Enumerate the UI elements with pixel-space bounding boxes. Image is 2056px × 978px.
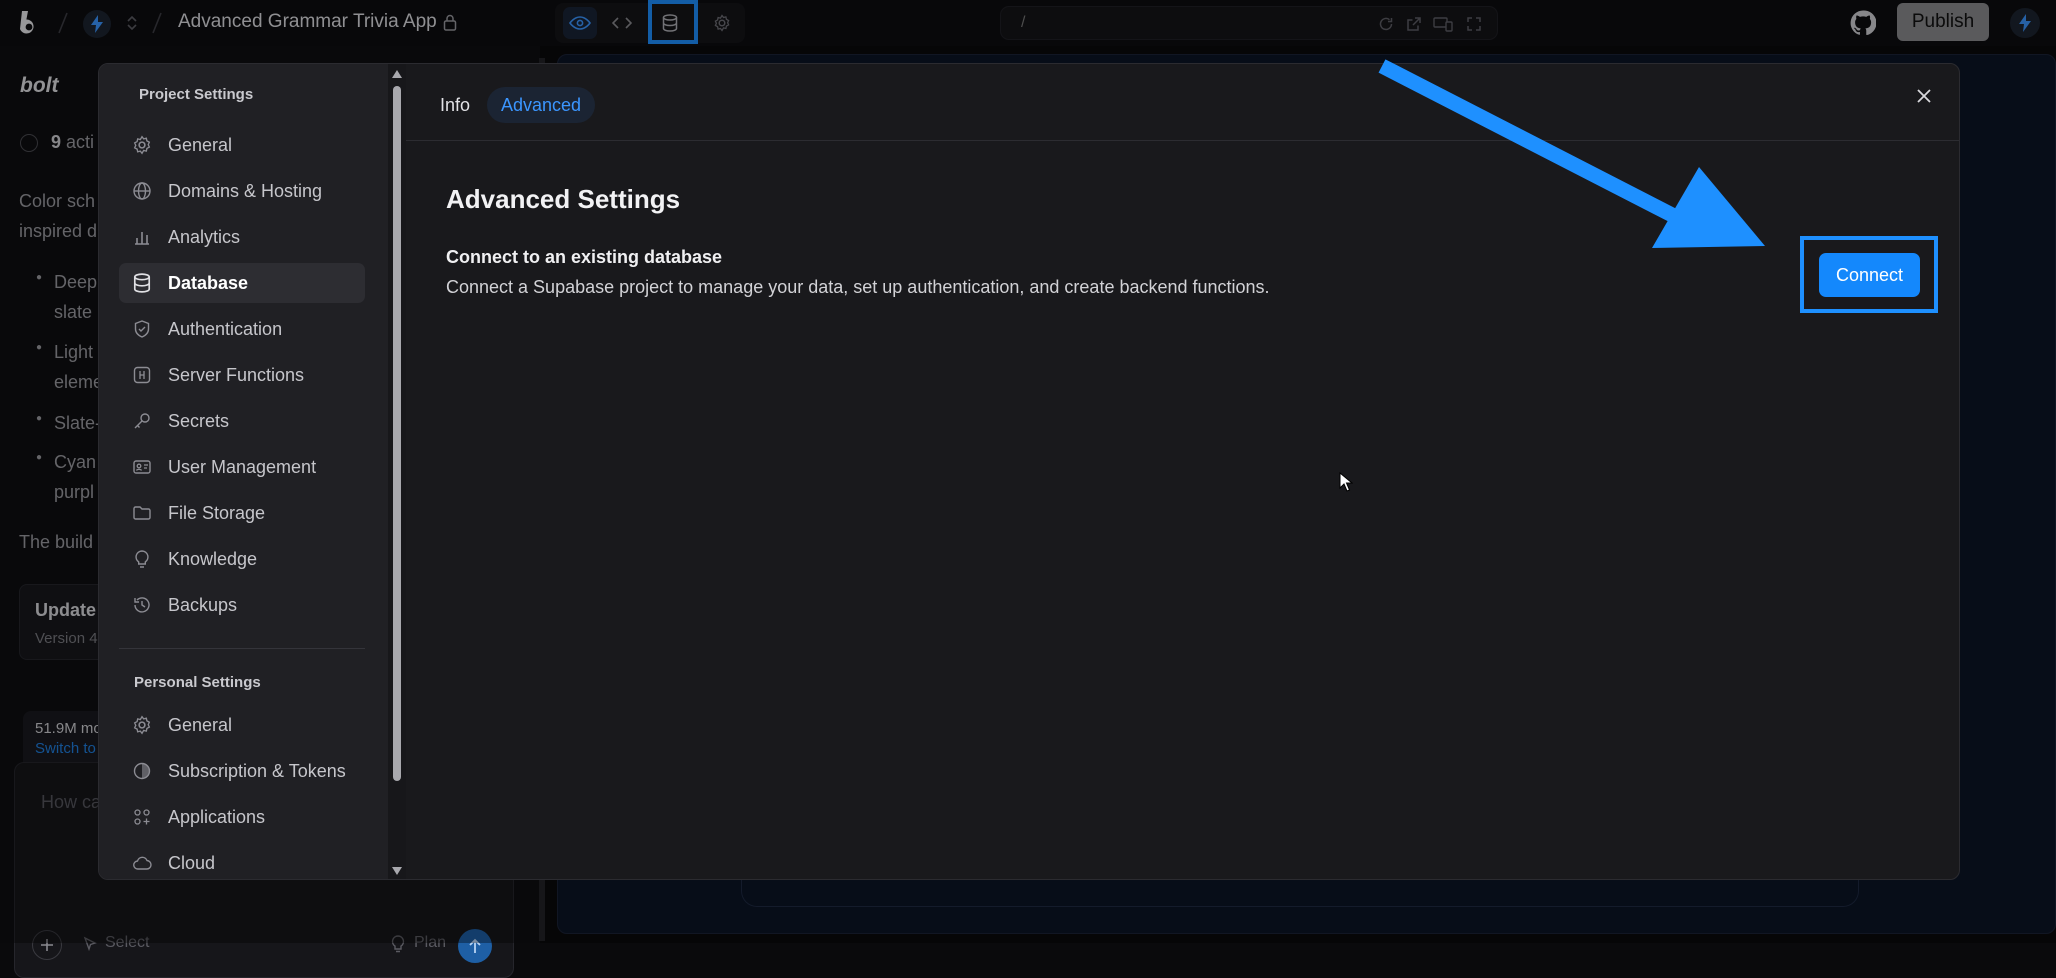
nav-applications[interactable]: Applications bbox=[119, 797, 365, 837]
nav-cloud[interactable]: Cloud bbox=[119, 843, 365, 879]
close-icon[interactable] bbox=[1914, 86, 1934, 106]
settings-sidebar: Project Settings General Domains & Hosti… bbox=[99, 64, 406, 879]
connect-db-title: Connect to an existing database bbox=[446, 247, 723, 267]
nav-subscription-tokens[interactable]: Subscription & Tokens bbox=[119, 751, 365, 791]
nav-database[interactable]: Database bbox=[119, 263, 365, 303]
advanced-settings-heading: Advanced Settings bbox=[446, 184, 681, 214]
sidebar-divider bbox=[119, 648, 365, 649]
annotation-arrow-icon bbox=[1378, 59, 1765, 248]
cloud-icon bbox=[132, 853, 152, 873]
scroll-down-arrow-icon[interactable] bbox=[391, 865, 403, 877]
nav-secrets[interactable]: Secrets bbox=[119, 401, 365, 441]
nav-label: Cloud bbox=[168, 852, 216, 873]
nav-label: Database bbox=[168, 272, 249, 293]
shield-icon bbox=[132, 319, 152, 339]
lightbulb-icon bbox=[132, 549, 152, 569]
function-icon bbox=[132, 365, 152, 385]
id-card-icon bbox=[132, 457, 152, 477]
nav-label: Server Functions bbox=[168, 364, 305, 385]
apps-icon bbox=[132, 807, 152, 827]
gear-icon bbox=[132, 135, 152, 155]
nav-label: Domains & Hosting bbox=[168, 180, 323, 201]
coin-icon bbox=[132, 761, 152, 781]
project-settings-title: Project Settings bbox=[139, 86, 254, 103]
personal-settings-title: Personal Settings bbox=[134, 674, 261, 691]
sidebar-scrollbar[interactable] bbox=[388, 64, 406, 879]
database-icon bbox=[132, 273, 152, 293]
bar-chart-icon bbox=[132, 227, 152, 247]
key-icon bbox=[132, 411, 152, 431]
nav-server-functions[interactable]: Server Functions bbox=[119, 355, 365, 395]
scroll-up-arrow-icon[interactable] bbox=[391, 68, 403, 80]
nav-label: General bbox=[168, 134, 233, 155]
nav-label: General bbox=[168, 714, 233, 735]
mouse-cursor-icon bbox=[1339, 472, 1353, 492]
nav-file-storage[interactable]: File Storage bbox=[119, 493, 365, 533]
globe-icon bbox=[132, 181, 152, 201]
nav-label: Analytics bbox=[168, 226, 241, 247]
nav-user-management[interactable]: User Management bbox=[119, 447, 365, 487]
nav-label: Secrets bbox=[168, 410, 230, 431]
connect-button-highlight bbox=[1800, 236, 1938, 313]
connect-db-description: Connect a Supabase project to manage you… bbox=[446, 277, 1270, 297]
nav-authentication[interactable]: Authentication bbox=[119, 309, 365, 349]
folder-icon bbox=[132, 503, 152, 523]
nav-domains-hosting[interactable]: Domains & Hosting bbox=[119, 171, 365, 211]
nav-backups[interactable]: Backups bbox=[119, 585, 365, 625]
history-icon bbox=[132, 595, 152, 615]
nav-label: Subscription & Tokens bbox=[168, 760, 346, 781]
tab-advanced[interactable]: Advanced bbox=[487, 87, 596, 123]
gear-icon bbox=[132, 715, 152, 735]
nav-label: User Management bbox=[168, 456, 317, 477]
scrollbar-thumb[interactable] bbox=[393, 86, 401, 781]
nav-label: Backups bbox=[168, 594, 238, 615]
nav-label: Authentication bbox=[168, 318, 283, 339]
nav-analytics[interactable]: Analytics bbox=[119, 217, 365, 257]
nav-label: Applications bbox=[168, 806, 266, 827]
nav-label: File Storage bbox=[168, 502, 266, 523]
nav-knowledge[interactable]: Knowledge bbox=[119, 539, 365, 579]
nav-label: Knowledge bbox=[168, 548, 258, 569]
tab-info[interactable]: Info bbox=[426, 87, 484, 123]
nav-general[interactable]: General bbox=[119, 125, 365, 165]
nav-personal-general[interactable]: General bbox=[119, 705, 365, 745]
